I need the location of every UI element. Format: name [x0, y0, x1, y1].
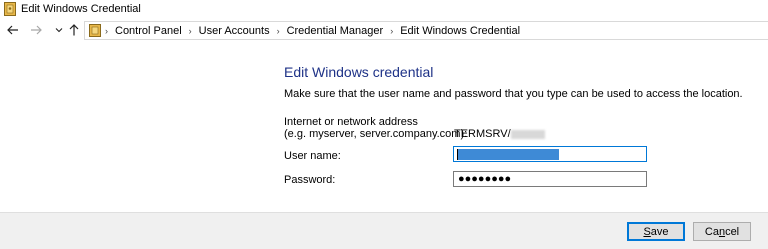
password-field[interactable]: ●●●●●●●●	[453, 171, 647, 187]
password-label: Password:	[284, 174, 336, 186]
save-label: ave	[650, 225, 669, 238]
username-selection	[457, 149, 559, 160]
breadcrumb-separator[interactable]: ›	[390, 26, 393, 36]
cancel-label-prefix: Ca	[704, 225, 719, 238]
breadcrumb-edit-windows-credential[interactable]: Edit Windows Credential	[400, 25, 520, 37]
control-panel-icon	[89, 24, 101, 37]
page-title: Edit Windows credential	[284, 64, 434, 80]
breadcrumb-control-panel[interactable]: Control Panel	[115, 25, 182, 37]
username-label: User name:	[284, 150, 341, 162]
breadcrumb-bar[interactable]: › Control Panel › User Accounts › Creden…	[84, 21, 768, 40]
window-title: Edit Windows Credential	[21, 3, 141, 15]
cancel-button[interactable]: Ca n cel	[693, 222, 751, 241]
redacted-text	[510, 129, 545, 139]
arrow-right-icon[interactable]	[28, 22, 44, 38]
breadcrumb-credential-manager[interactable]: Credential Manager	[287, 25, 384, 37]
breadcrumb-separator[interactable]: ›	[189, 26, 192, 36]
arrow-left-icon[interactable]	[5, 22, 21, 38]
chevron-down-icon[interactable]	[51, 22, 67, 38]
password-value: ●●●●●●●●	[458, 173, 512, 185]
username-field[interactable]	[453, 146, 647, 162]
credential-form: Edit Windows credential Make sure that t…	[0, 42, 768, 212]
address-example-label: (e.g. myserver, server.company.com):	[284, 128, 468, 140]
cancel-label: cel	[725, 225, 740, 238]
arrow-up-icon[interactable]	[66, 22, 82, 38]
button-bar: Save Ca n cel	[0, 212, 768, 249]
breadcrumb-separator[interactable]: ›	[105, 26, 108, 36]
title-bar: Edit Windows Credential	[0, 0, 768, 20]
address-value: TERMSRV/	[454, 128, 545, 140]
breadcrumb: › Control Panel › User Accounts › Creden…	[105, 24, 520, 38]
breadcrumb-separator[interactable]: ›	[277, 26, 280, 36]
address-bar: › Control Panel › User Accounts › Creden…	[0, 20, 768, 42]
address-label: Internet or network address	[284, 116, 418, 128]
breadcrumb-user-accounts[interactable]: User Accounts	[199, 25, 270, 37]
save-button[interactable]: Save	[627, 222, 685, 241]
save-mnemonic: S	[643, 225, 651, 238]
credential-manager-icon	[4, 2, 16, 16]
form-description: Make sure that the user name and passwor…	[284, 88, 743, 100]
text-caret	[457, 149, 458, 160]
address-value-text: TERMSRV/	[454, 128, 511, 140]
